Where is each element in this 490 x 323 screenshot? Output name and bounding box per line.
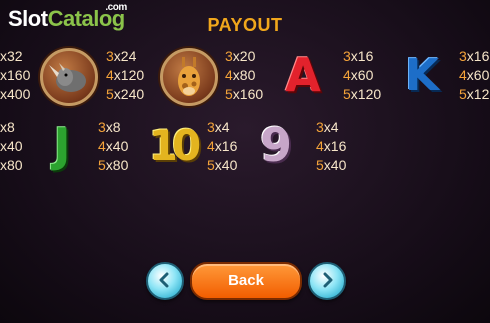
- number-9-icon: 9: [259, 118, 292, 172]
- pay-line: 4x40: [98, 138, 129, 154]
- pay-line: x80: [0, 157, 23, 173]
- pay-line: x400: [0, 86, 31, 102]
- pay-line: 3x16: [343, 48, 374, 64]
- paytable-10: 3x4 4x16 5x40: [207, 118, 237, 175]
- number-10-icon: 10: [148, 121, 201, 170]
- pay-line: 4x16: [316, 138, 347, 154]
- pay-line: 3x4: [316, 119, 339, 135]
- paytable-partial-top: x32 x160 x400: [0, 47, 30, 104]
- paytable-rhino: 3x24 4x120 5x240: [106, 47, 144, 104]
- logo-text-com: .com: [105, 2, 127, 13]
- pay-line: 5x40: [207, 157, 238, 173]
- paytable-k: 3x16 4x60 5x12: [459, 47, 489, 104]
- paytable-a: 3x16 4x60 5x120: [343, 47, 381, 104]
- chevron-left-icon: [159, 272, 169, 288]
- letter-a-icon: A: [285, 48, 321, 102]
- pay-line: 5x12: [459, 86, 490, 102]
- pay-line: x32: [0, 48, 23, 64]
- pay-line: x8: [0, 119, 15, 135]
- pay-line: x40: [0, 138, 23, 154]
- pay-line: 3x20: [225, 48, 256, 64]
- pay-line: 5x240: [106, 86, 145, 102]
- giraffe-icon: [160, 48, 218, 106]
- letter-k-icon: K: [404, 50, 440, 101]
- pay-line: 5x80: [98, 157, 129, 173]
- pay-line: 4x60: [459, 67, 490, 83]
- payout-title: PAYOUT: [207, 15, 283, 35]
- pay-line: 4x120: [106, 67, 145, 83]
- pay-line: 4x60: [343, 67, 374, 83]
- letter-j-icon: J: [53, 118, 71, 172]
- pay-line: 3x24: [106, 48, 137, 64]
- pay-line: 3x8: [98, 119, 121, 135]
- chevron-right-icon: [323, 272, 333, 288]
- back-button[interactable]: Back: [190, 262, 302, 300]
- pay-line: x160: [0, 67, 31, 83]
- pay-line: 4x16: [207, 138, 238, 154]
- paytable-j: 3x8 4x40 5x80: [98, 118, 128, 175]
- paytable-partial-bottom: x8 x40 x80: [0, 118, 23, 175]
- pay-line: 4x80: [225, 67, 256, 83]
- pay-line: 5x40: [316, 157, 347, 173]
- pay-line: 5x160: [225, 86, 264, 102]
- rhino-icon: [40, 48, 98, 106]
- pay-line: 5x120: [343, 86, 382, 102]
- paytable-9: 3x4 4x16 5x40: [316, 118, 346, 175]
- pay-line: 3x16: [459, 48, 490, 64]
- next-page-button[interactable]: [308, 262, 346, 300]
- prev-page-button[interactable]: [146, 262, 184, 300]
- pay-line: 3x4: [207, 119, 230, 135]
- paytable-giraffe: 3x20 4x80 5x160: [225, 47, 263, 104]
